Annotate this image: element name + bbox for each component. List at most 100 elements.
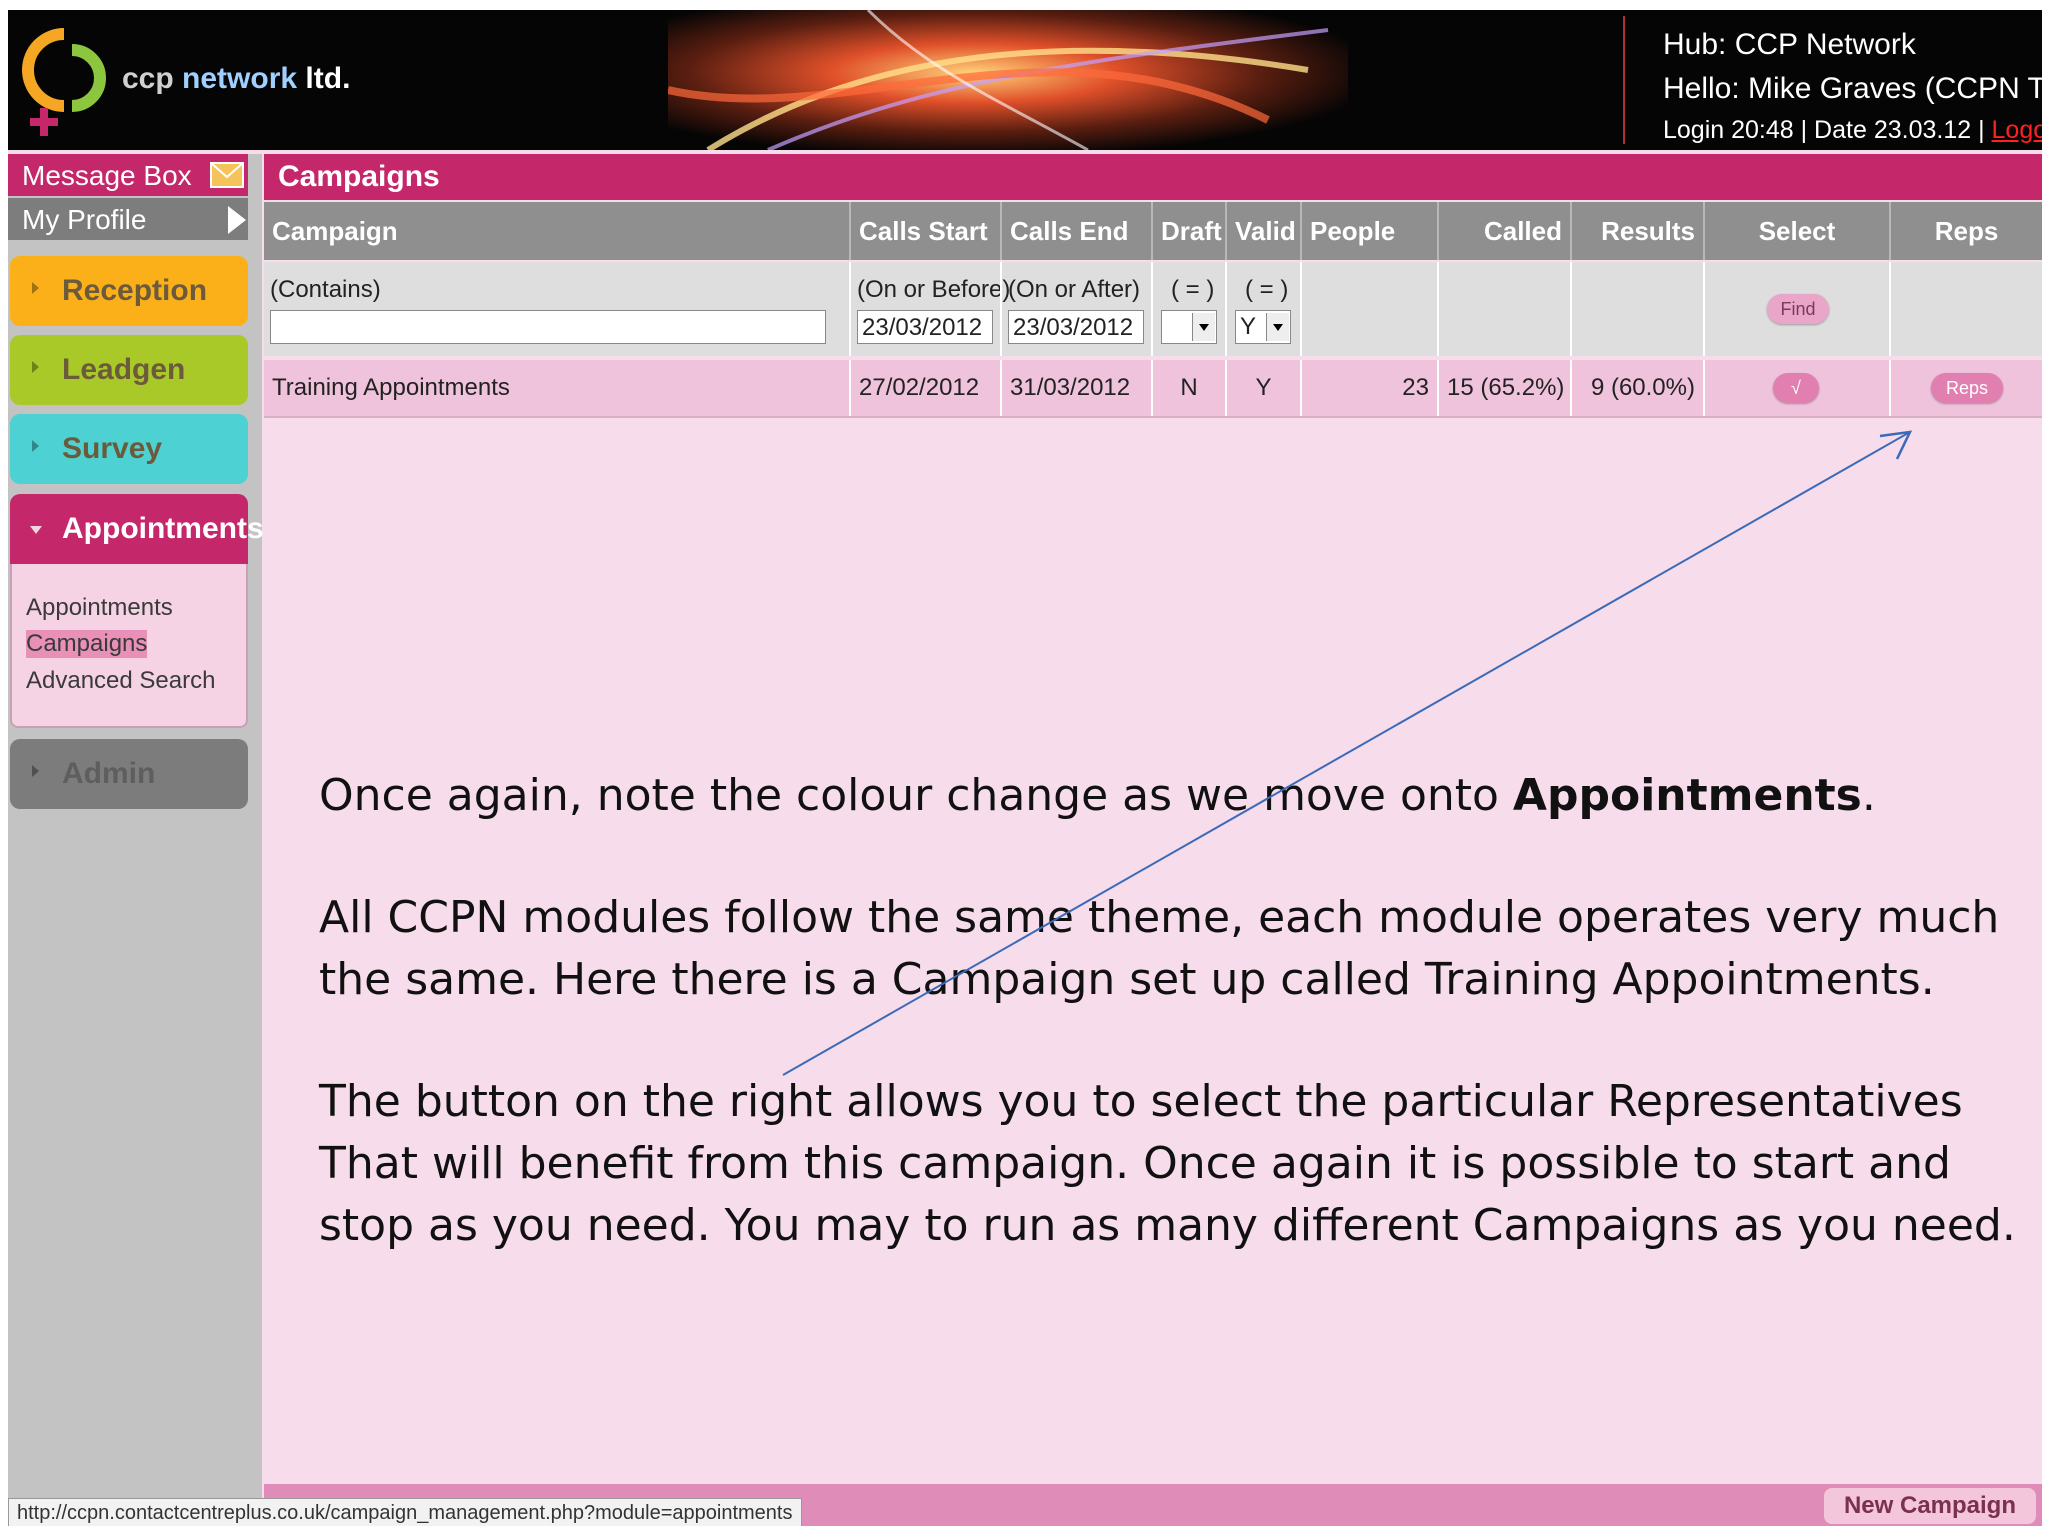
annotation-paragraph-2-line-1: All CCPN modules follow the same theme, …: [319, 892, 2000, 943]
select-checkmark-button[interactable]: √: [1773, 373, 1819, 403]
p1-end: .: [1861, 770, 1876, 821]
col-calls-start[interactable]: Calls Start: [849, 202, 1000, 260]
submenu-item-campaigns[interactable]: Campaigns: [26, 630, 148, 658]
chevron-right-icon: [32, 765, 39, 777]
annotation-paragraph-3-line-1: The button on the right allows you to se…: [319, 1076, 1963, 1127]
annotation-paragraph-3-line-2: That will benefit from this campaign. On…: [319, 1138, 1951, 1189]
nav-admin[interactable]: Admin: [10, 739, 248, 809]
nav-label: Leadgen: [62, 353, 186, 386]
chevron-right-icon: [32, 440, 39, 452]
col-reps: Reps: [1889, 202, 2042, 260]
brand-name: ccp network ltd.: [122, 62, 350, 96]
filter-select: Find: [1703, 262, 1889, 356]
banner-graphic: [668, 10, 1348, 150]
logout-link[interactable]: Logout: [1992, 116, 2042, 144]
filter-results: [1570, 262, 1703, 356]
filter-calls-start: (On or Before) 23/03/2012: [849, 262, 1010, 356]
cell-reps: Reps: [1889, 360, 2042, 416]
new-campaign-button[interactable]: New Campaign: [1823, 1488, 2036, 1524]
ccp-logo-icon: [22, 28, 106, 136]
nav-survey[interactable]: Survey: [10, 414, 248, 484]
table-header: Campaign Calls Start Calls End Draft Val…: [264, 202, 2042, 260]
brand-prefix: ccp: [122, 62, 174, 95]
appointments-submenu: Appointments Campaigns Advanced Search: [10, 564, 248, 728]
my-profile-button[interactable]: My Profile: [8, 198, 248, 240]
sidebar: Message Box My Profile Reception Leadgen…: [8, 154, 264, 1526]
nav-label: Appointments: [62, 512, 264, 545]
nav-label: Admin: [62, 757, 156, 790]
col-valid[interactable]: Valid: [1225, 202, 1300, 260]
message-box-label: Message Box: [22, 160, 192, 191]
table-row[interactable]: Training Appointments 27/02/2012 31/03/2…: [264, 360, 2042, 418]
chevron-down-icon: [30, 526, 42, 534]
annotation-paragraph-1: Once again, note the colour change as we…: [319, 765, 1876, 827]
valid-select-value: Y: [1240, 313, 1257, 340]
user-info-panel: Hub: CCP Network Hello: Mike Graves (CCP…: [1623, 16, 2042, 144]
chevron-right-icon: [32, 282, 39, 294]
annotation-paragraph-2-line-2: the same. Here there is a Campaign set u…: [319, 954, 1935, 1005]
nav-reception[interactable]: Reception: [10, 256, 248, 326]
filter-draft: ( = ): [1151, 262, 1225, 356]
calls-end-input[interactable]: 23/03/2012: [1008, 310, 1144, 344]
col-results[interactable]: Results: [1570, 202, 1703, 260]
filter-label: ( = ): [1171, 276, 1215, 303]
hub-label: Hub: CCP Network: [1663, 28, 1916, 61]
filter-label: (On or After): [1008, 276, 1141, 303]
submenu-item-appointments[interactable]: Appointments: [26, 594, 173, 622]
col-calls-end[interactable]: Calls End: [1000, 202, 1151, 260]
status-bar-url: http://ccpn.contactcentreplus.co.uk/camp…: [8, 1498, 802, 1526]
submenu-item-advanced-search[interactable]: Advanced Search: [26, 667, 215, 695]
filter-reps: [1889, 262, 2042, 356]
col-people[interactable]: People: [1300, 202, 1437, 260]
filter-valid: ( = ) Y: [1225, 262, 1300, 356]
filter-calls-end: (On or After) 23/03/2012: [1000, 262, 1151, 356]
cell-results: 9 (60.0%): [1570, 360, 1703, 416]
col-campaign[interactable]: Campaign: [264, 202, 849, 260]
campaign-search-input[interactable]: [270, 310, 826, 344]
envelope-icon: [210, 162, 244, 188]
nav-label: Survey: [62, 432, 163, 465]
cell-campaign: Training Appointments: [272, 374, 510, 401]
hello-label: Hello: Mike Graves (CCPN Training): [1663, 72, 2042, 105]
cell-valid: Y: [1225, 360, 1300, 416]
main-content: Campaigns Campaign Calls Start Calls End…: [264, 154, 2042, 1526]
title-bar: Campaigns: [264, 154, 2042, 200]
p1-bold: Appointments: [1512, 770, 1862, 821]
header: ccp network ltd. Hub: CCP Network Hello:…: [8, 10, 2042, 150]
arrow-right-icon: [228, 206, 246, 234]
annotation-paragraph-3-line-3: stop as you need. You may to run as many…: [319, 1200, 2016, 1251]
message-box-button[interactable]: Message Box: [8, 154, 248, 196]
valid-select[interactable]: Y: [1235, 310, 1291, 344]
nav-label: Reception: [62, 274, 208, 307]
filter-campaign: (Contains): [264, 262, 849, 356]
cell-called: 15 (65.2%): [1437, 360, 1570, 416]
find-button[interactable]: Find: [1767, 294, 1829, 324]
col-draft[interactable]: Draft: [1151, 202, 1225, 260]
login-text: Login 20:48 | Date 23.03.12 |: [1663, 116, 1992, 144]
filter-called: [1437, 262, 1570, 356]
filter-label: (On or Before): [857, 276, 1011, 303]
cell-calls-start: 27/02/2012: [849, 360, 1000, 416]
cell-draft: N: [1151, 360, 1225, 416]
brand-suffix: ltd.: [305, 62, 351, 95]
filter-label: (Contains): [270, 276, 381, 303]
my-profile-label: My Profile: [22, 204, 147, 235]
cell-select: √: [1703, 360, 1889, 416]
login-info: Login 20:48 | Date 23.03.12 | Logout: [1663, 116, 2042, 145]
cell-calls-end: 31/03/2012: [1000, 360, 1151, 416]
nav-appointments[interactable]: Appointments: [10, 494, 264, 564]
reps-button[interactable]: Reps: [1931, 373, 2003, 403]
calls-start-input[interactable]: 23/03/2012: [857, 310, 993, 344]
page-title: Campaigns: [278, 160, 440, 193]
col-select: Select: [1703, 202, 1889, 260]
col-called[interactable]: Called: [1437, 202, 1570, 260]
draft-select[interactable]: [1161, 310, 1217, 344]
dropdown-arrow-icon: [1266, 313, 1289, 341]
cell-people: 23: [1300, 360, 1437, 416]
p1-text: Once again, note the colour change as we…: [319, 770, 1513, 821]
nav-leadgen[interactable]: Leadgen: [10, 335, 248, 405]
dropdown-arrow-icon: [1192, 313, 1215, 341]
filter-people: [1300, 262, 1437, 356]
filter-label: ( = ): [1245, 276, 1289, 303]
brand-mid: network: [182, 62, 298, 95]
